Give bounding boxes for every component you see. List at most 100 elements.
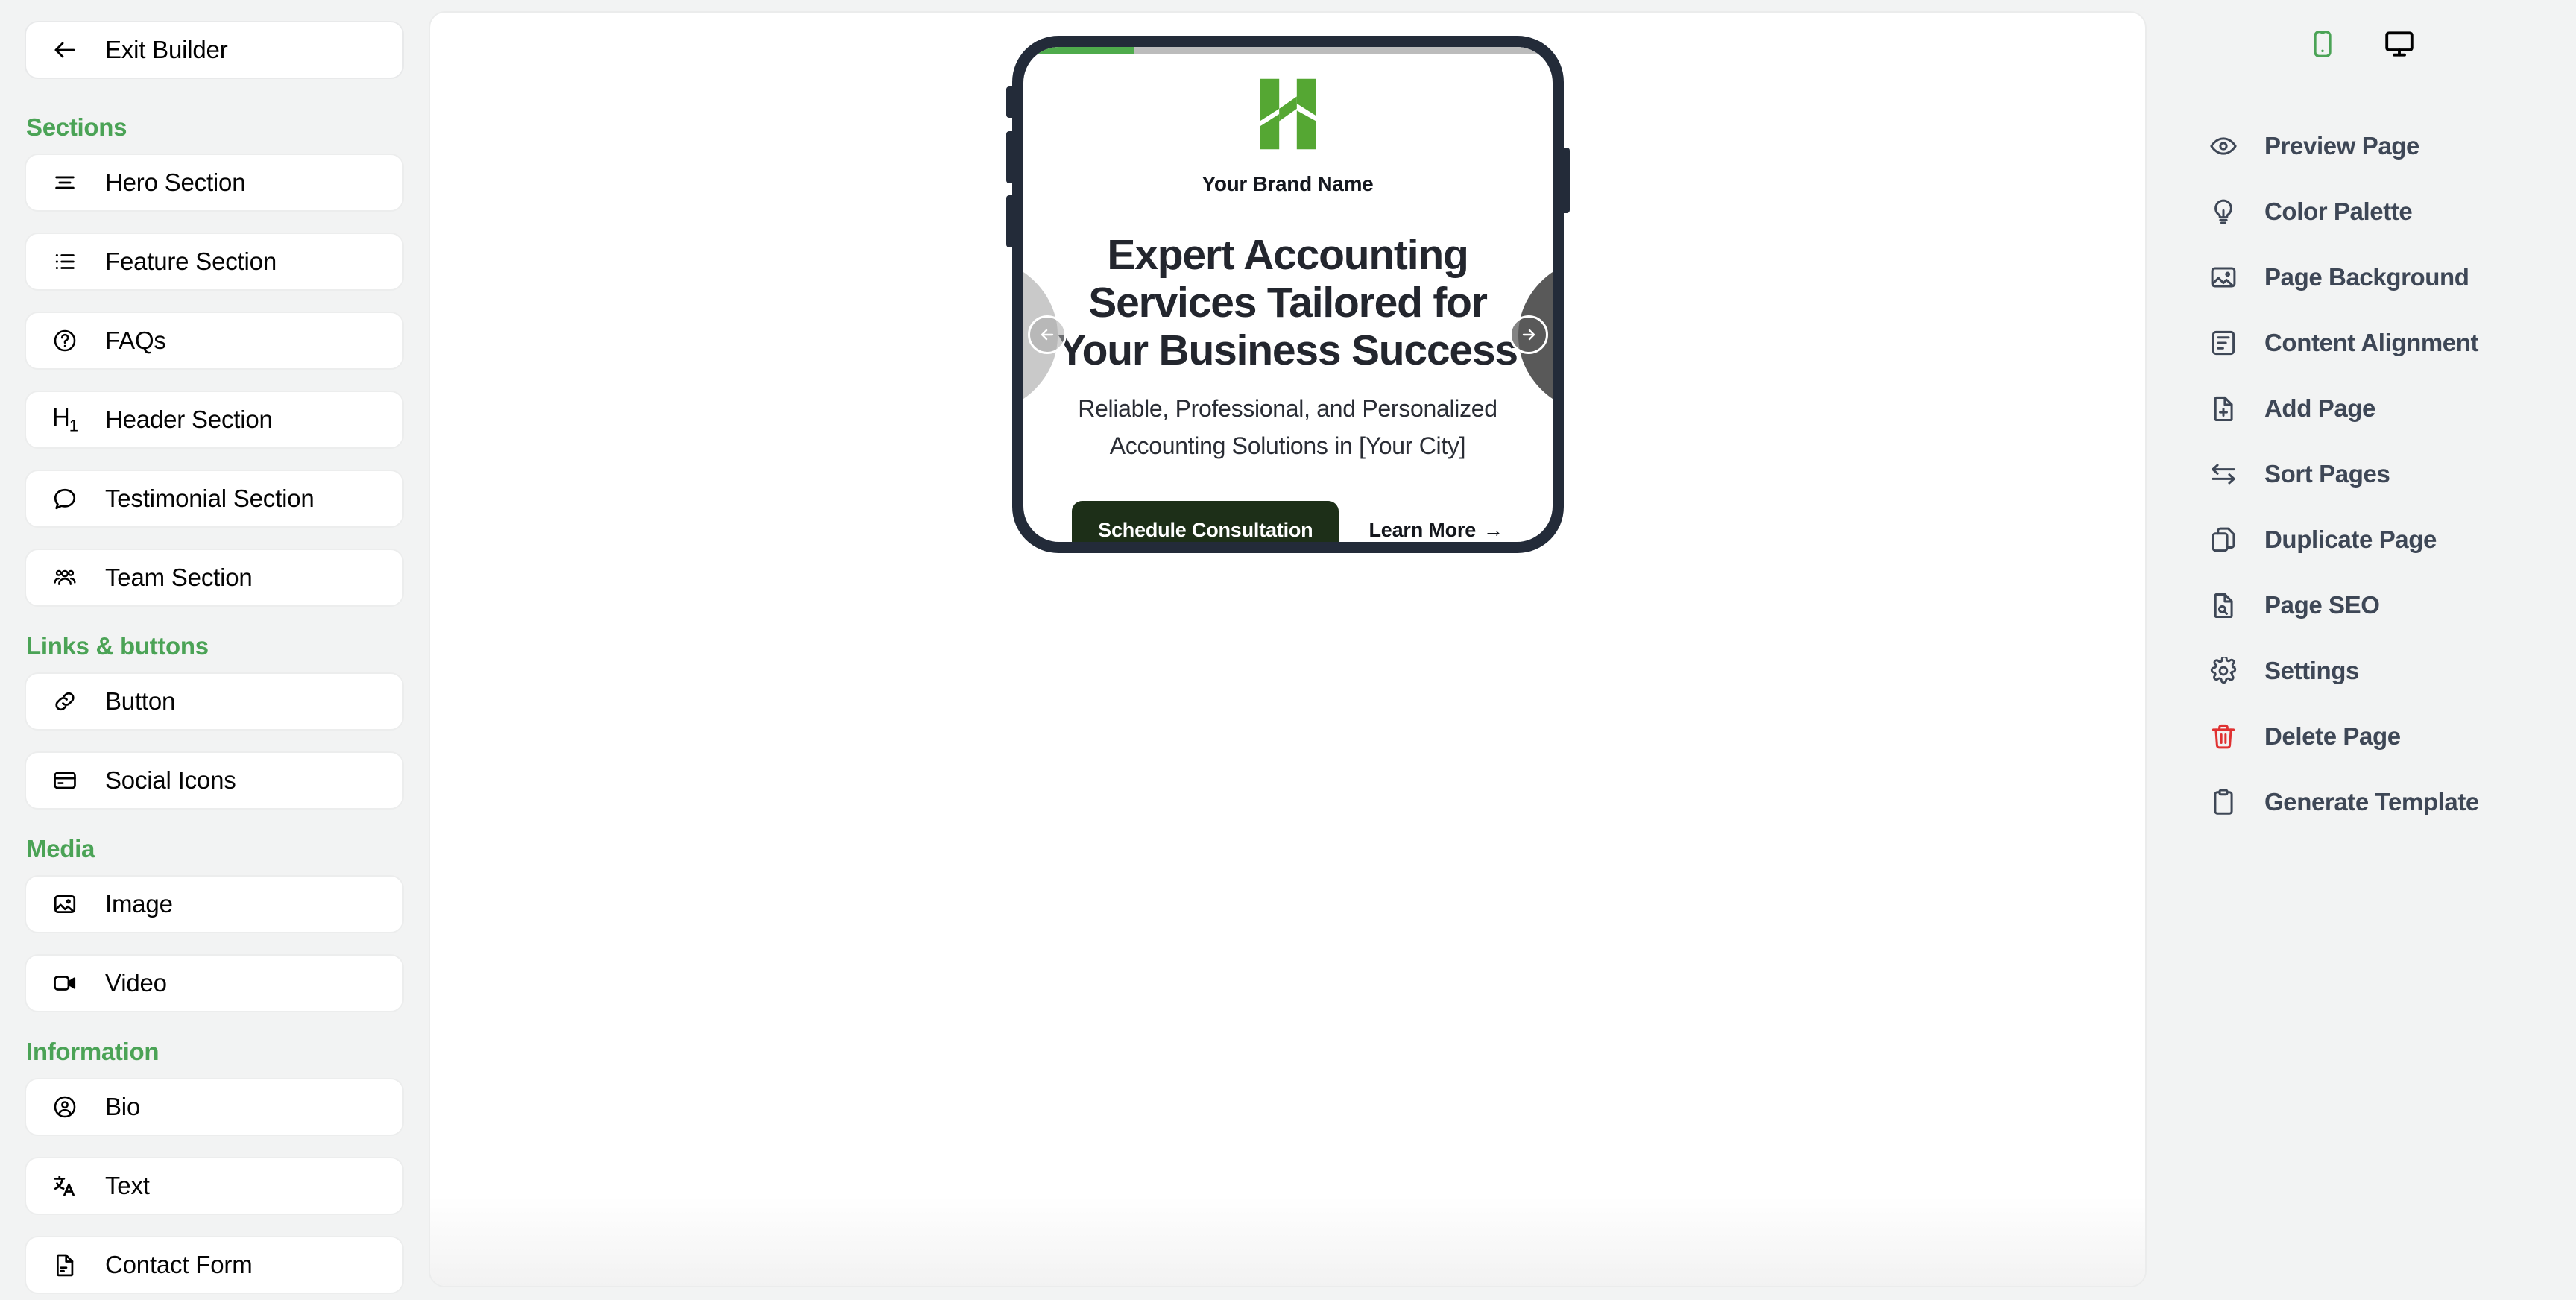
action-page-background[interactable]: Page Background (2208, 244, 2576, 310)
align-center-icon (50, 168, 80, 198)
card-icon (50, 766, 80, 795)
image-icon (50, 889, 80, 919)
desktop-monitor-icon[interactable] (2384, 28, 2415, 60)
hero-title: Expert Accounting Services Tailored for … (1058, 231, 1518, 374)
device-preview-toggle (2147, 18, 2576, 70)
preview-canvas: Your Brand Name Expert Accounting Servic… (429, 11, 2147, 1287)
action-page-seo[interactable]: Page SEO (2208, 572, 2576, 638)
heading-h1-icon: H1 (51, 403, 78, 435)
sidebar-item-faqs[interactable]: FAQs (25, 312, 404, 370)
gear-icon (2208, 655, 2239, 687)
action-label: Color Palette (2264, 198, 2413, 225)
sidebar-item-label: FAQs (105, 326, 166, 354)
eye-icon (2208, 130, 2239, 162)
sidebar-item-header-section[interactable]: H1 Header Section (25, 391, 404, 449)
learn-more-link[interactable]: Learn More → (1368, 519, 1503, 542)
phone-volume-down-button (1006, 195, 1014, 247)
sidebar-item-label: Contact Form (105, 1251, 253, 1278)
landing-page-content: Your Brand Name Expert Accounting Servic… (1023, 54, 1553, 542)
user-circle-icon (50, 1092, 80, 1122)
exit-builder-button[interactable]: Exit Builder (25, 21, 404, 79)
brand-h-logo-icon (1244, 70, 1332, 158)
sidebar-item-label: Header Section (105, 406, 273, 433)
sidebar-item-team-section[interactable]: Team Section (25, 549, 404, 607)
action-label: Delete Page (2264, 722, 2401, 750)
sidebar-item-contact-form[interactable]: Contact Form (25, 1236, 404, 1294)
action-label: Duplicate Page (2264, 526, 2437, 553)
action-settings[interactable]: Settings (2208, 638, 2576, 704)
canvas-bottom-fade (430, 1196, 2145, 1286)
exit-builder-label: Exit Builder (105, 36, 228, 63)
video-camera-icon (50, 968, 80, 998)
action-generate-template[interactable]: Generate Template (2208, 769, 2576, 835)
phone-screen: Your Brand Name Expert Accounting Servic… (1023, 47, 1553, 542)
question-circle-icon (50, 326, 80, 356)
group-title-links-buttons: Links & buttons (26, 632, 209, 660)
action-label: Generate Template (2264, 788, 2479, 815)
list-icon (50, 247, 80, 277)
sidebar-item-label: Team Section (105, 564, 253, 591)
sidebar-item-image[interactable]: Image (25, 875, 404, 933)
sidebar-item-label: Hero Section (105, 168, 246, 196)
sidebar-item-social-icons[interactable]: Social Icons (25, 751, 404, 810)
sidebar-item-label: Text (105, 1172, 150, 1199)
right-action-panel: Preview Page Color Palette Page Backgrou… (2147, 0, 2576, 1300)
mobile-phone-icon[interactable] (2308, 29, 2337, 59)
sidebar-item-label: Testimonial Section (105, 485, 315, 512)
sidebar-item-bio[interactable]: Bio (25, 1078, 404, 1136)
image-icon (2208, 262, 2239, 293)
chat-bubble-icon (50, 484, 80, 514)
clipboard-icon (2208, 786, 2239, 818)
action-label: Sort Pages (2264, 460, 2390, 488)
group-title-media: Media (26, 835, 95, 862)
page-builder-app: Exit Builder Sections Hero Section Featu… (0, 0, 2576, 1300)
hero-cta-row: Schedule Consultation Learn More → (1072, 500, 1503, 542)
action-sort-pages[interactable]: Sort Pages (2208, 441, 2576, 507)
phone-mockup: Your Brand Name Expert Accounting Servic… (1006, 36, 1570, 553)
sidebar-item-hero-section[interactable]: Hero Section (25, 154, 404, 212)
sort-arrows-icon (2208, 458, 2239, 490)
document-search-icon (2208, 590, 2239, 621)
users-group-icon (50, 563, 80, 593)
link-chain-icon (50, 687, 80, 716)
action-preview-page[interactable]: Preview Page (2208, 113, 2576, 179)
schedule-consultation-button[interactable]: Schedule Consultation (1072, 500, 1339, 542)
page-actions-list: Preview Page Color Palette Page Backgrou… (2147, 113, 2576, 835)
action-duplicate-page[interactable]: Duplicate Page (2208, 507, 2576, 572)
carousel-prev-button[interactable] (1027, 315, 1067, 354)
phone-silent-switch (1006, 86, 1014, 118)
sidebar-item-label: Feature Section (105, 247, 277, 275)
action-add-page[interactable]: Add Page (2208, 376, 2576, 441)
left-sidebar: Exit Builder Sections Hero Section Featu… (0, 0, 429, 1300)
translate-text-icon (50, 1171, 80, 1201)
hero-subtitle: Reliable, Professional, and Personalized… (1078, 395, 1497, 460)
copy-icon (2208, 524, 2239, 555)
action-delete-page[interactable]: Delete Page (2208, 704, 2576, 769)
arrow-right-icon: → (1483, 518, 1503, 541)
action-label: Page SEO (2264, 591, 2380, 619)
sidebar-item-label: Video (105, 969, 167, 997)
page-progress-fill (1023, 47, 1134, 54)
sidebar-item-testimonial-section[interactable]: Testimonial Section (25, 470, 404, 528)
sidebar-item-text[interactable]: Text (25, 1157, 404, 1215)
sidebar-item-label: Image (105, 890, 173, 918)
action-label: Settings (2264, 657, 2359, 684)
action-label: Content Alignment (2264, 329, 2479, 356)
align-document-icon (2208, 327, 2239, 359)
trash-icon (2208, 721, 2239, 752)
sidebar-item-label: Button (105, 687, 176, 715)
action-label: Preview Page (2264, 132, 2419, 160)
document-plus-icon (2208, 393, 2239, 424)
lightbulb-icon (2208, 196, 2239, 227)
action-color-palette[interactable]: Color Palette (2208, 179, 2576, 244)
sidebar-item-button[interactable]: Button (25, 672, 404, 731)
builder-canvas-area: Your Brand Name Expert Accounting Servic… (429, 0, 2147, 1300)
carousel-next-button[interactable] (1509, 315, 1548, 354)
action-content-alignment[interactable]: Content Alignment (2208, 310, 2576, 376)
group-title-sections: Sections (26, 113, 127, 141)
sidebar-item-label: Bio (105, 1093, 141, 1120)
brand-name: Your Brand Name (1202, 172, 1374, 195)
sidebar-item-feature-section[interactable]: Feature Section (25, 233, 404, 291)
sidebar-item-video[interactable]: Video (25, 954, 404, 1012)
arrow-left-icon (50, 35, 80, 65)
